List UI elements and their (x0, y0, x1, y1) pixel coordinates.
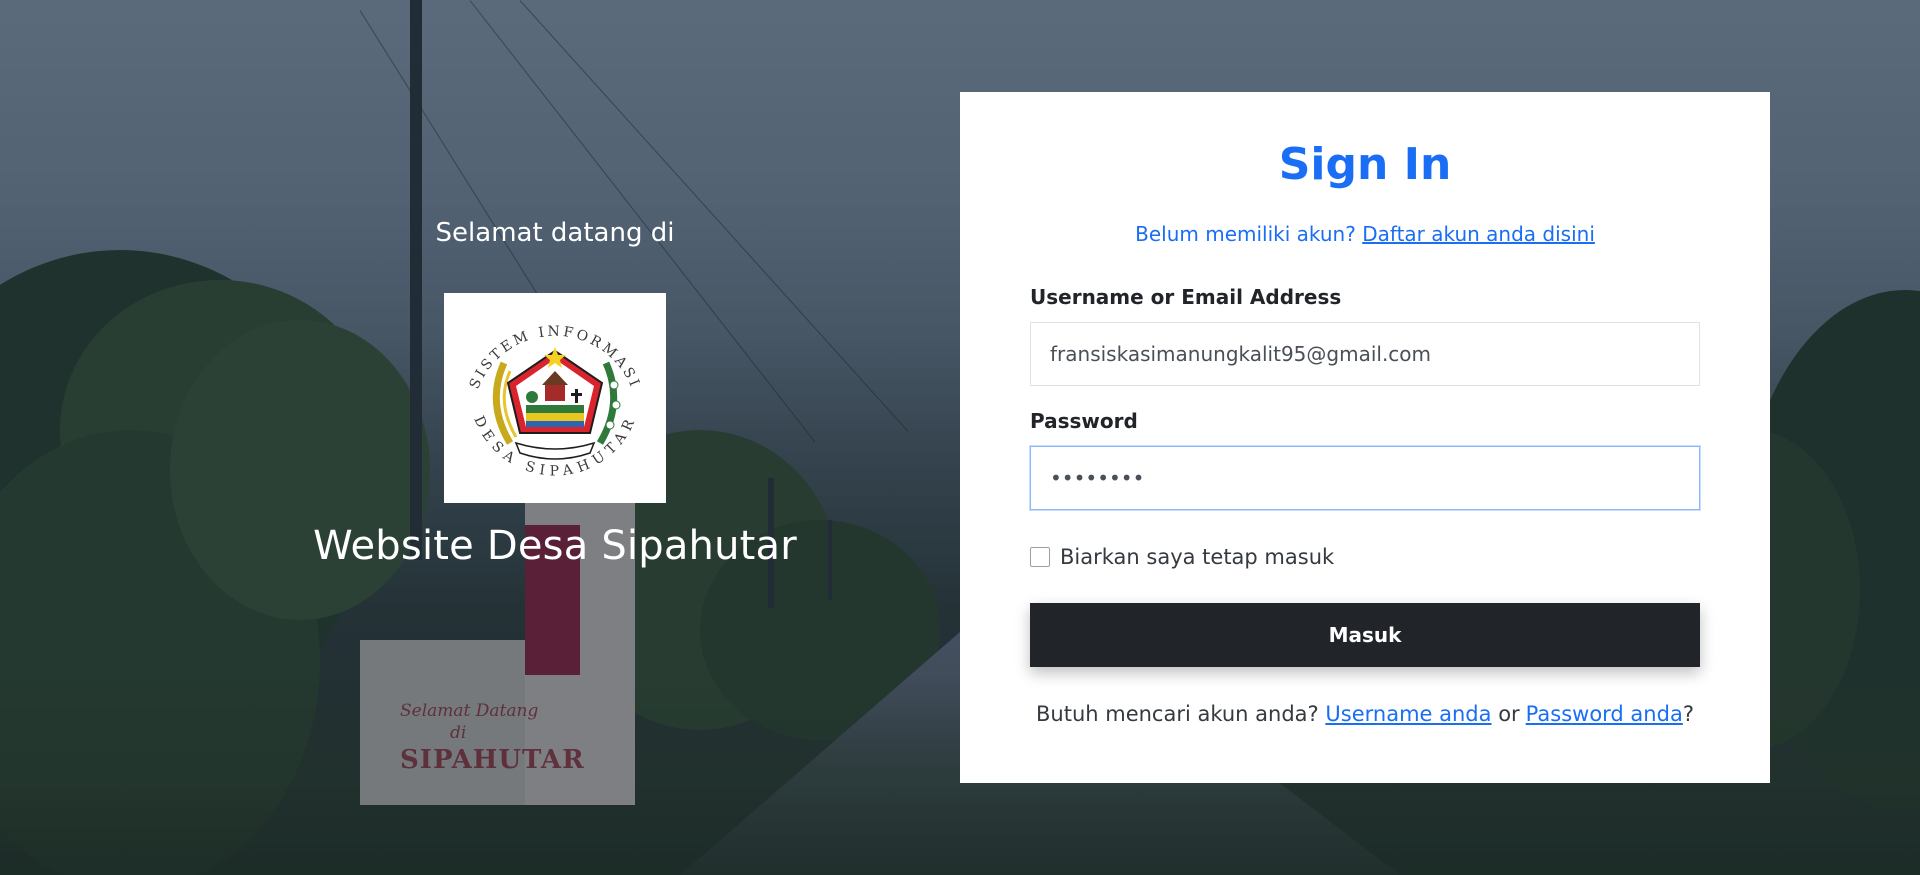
welcome-panel: Selamat datang di SISTEM INFORMASI DESA … (300, 218, 810, 569)
remember-me[interactable]: Biarkan saya tetap masuk (1030, 544, 1334, 570)
username-input[interactable] (1030, 322, 1700, 386)
remember-checkbox[interactable] (1030, 547, 1050, 567)
site-logo: SISTEM INFORMASI DESA SIPAHUTAR (444, 293, 666, 503)
forgot-password-link[interactable]: Password anda (1526, 702, 1683, 726)
submit-button[interactable]: Masuk (1030, 603, 1700, 667)
password-label: Password (1030, 409, 1138, 433)
register-prompt-line: Belum memiliki akun? Daftar akun anda di… (960, 222, 1770, 246)
welcome-pretitle: Selamat datang di (435, 218, 675, 248)
help-or: or (1498, 702, 1520, 726)
desa-sipahutar-emblem-icon: SISTEM INFORMASI DESA SIPAHUTAR (467, 324, 641, 480)
signin-title: Sign In (1278, 139, 1452, 190)
register-link[interactable]: Daftar akun anda disini (1362, 222, 1595, 246)
help-prefix: Butuh mencari akun anda? (1036, 702, 1319, 726)
register-prompt: Belum memiliki akun? (1135, 222, 1356, 246)
remember-label[interactable]: Biarkan saya tetap masuk (1060, 545, 1334, 569)
site-title: Website Desa Sipahutar (313, 523, 797, 569)
username-label: Username or Email Address (1030, 285, 1342, 309)
help-suffix: ? (1682, 702, 1694, 726)
signin-card: Sign In Belum memiliki akun? Daftar akun… (960, 92, 1770, 783)
forgot-username-link[interactable]: Username anda (1325, 702, 1491, 726)
account-help-line: Butuh mencari akun anda? Username anda o… (960, 702, 1770, 726)
password-input[interactable] (1030, 446, 1700, 510)
